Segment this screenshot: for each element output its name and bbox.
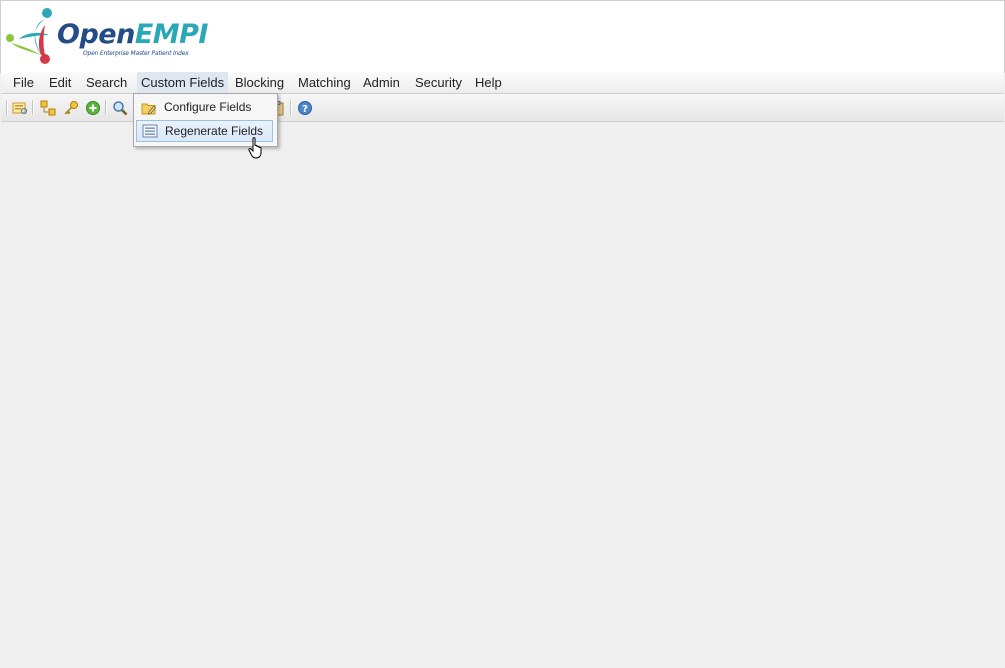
hand-pointer-icon [248,137,266,161]
logo-tagline: Open Enterprise Master Patient Index [83,50,189,57]
svg-text:?: ? [302,104,308,115]
menu-file[interactable]: File [9,72,38,93]
logo-empi-text: EMPI [134,19,209,50]
folder-edit-icon [141,100,157,115]
key-icon[interactable] [62,99,79,116]
menu-security[interactable]: Security [411,72,466,93]
main-content-area [1,122,1004,668]
toolbar-separator [6,100,7,115]
add-icon[interactable] [84,99,101,116]
menu-help[interactable]: Help [471,72,506,93]
toolbar-separator [290,100,291,115]
menu-search[interactable]: Search [82,72,131,93]
search-icon[interactable] [111,99,128,116]
help-icon[interactable]: ? [296,99,313,116]
configure-fields-label: Configure Fields [164,100,252,114]
browse-icon[interactable] [11,99,28,116]
logo-open-text: Open [57,19,135,50]
toolbar-separator [105,100,106,115]
list-icon [142,124,158,138]
openempi-logo: OpenEMPI Open Enterprise Master Patient … [5,5,208,67]
toolbar-separator [32,100,33,115]
header-banner: OpenEMPI Open Enterprise Master Patient … [0,0,1005,73]
logo-figure-icon [6,8,52,64]
menubar: File Edit Search Custom Fields Blocking … [1,72,1004,94]
menu-admin[interactable]: Admin [359,72,404,93]
menu-matching[interactable]: Matching [294,72,355,93]
menu-item-configure-fields[interactable]: Configure Fields [136,96,273,118]
menu-edit[interactable]: Edit [45,72,75,93]
menu-blocking[interactable]: Blocking [231,72,288,93]
logo-wordmark: OpenEMPI [57,19,208,50]
menu-custom-fields[interactable]: Custom Fields [137,72,229,93]
link-icon[interactable] [39,99,56,116]
